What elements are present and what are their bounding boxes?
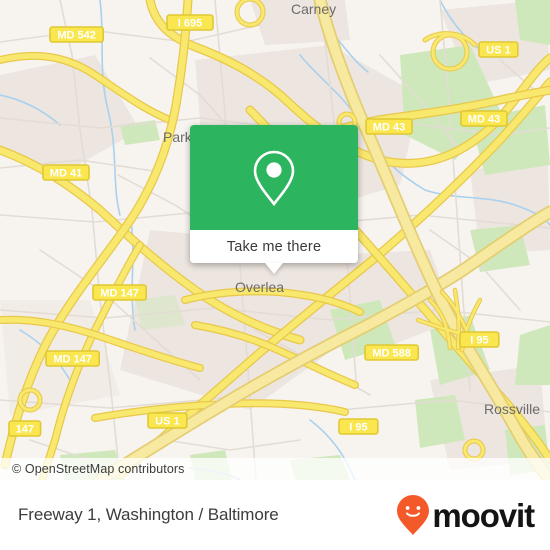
take-me-there-label: Take me there <box>226 238 322 255</box>
city-label: Overlea <box>235 279 284 295</box>
road-shield-label: US 1 <box>486 44 510 56</box>
road-shield: US 1 <box>147 412 188 429</box>
road-shield: MD 41 <box>42 164 90 181</box>
moovit-smiley-pin-icon <box>397 495 430 535</box>
road-shield: I 95 <box>338 418 379 435</box>
popup-tail <box>265 263 283 274</box>
place-title: Freeway 1, Washington / Baltimore <box>18 505 279 524</box>
road-shield: MD 147 <box>92 284 148 301</box>
road-shield: 147 <box>8 420 42 437</box>
road-shield: MD 588 <box>364 344 420 361</box>
road-shield-label: I 95 <box>349 421 367 433</box>
road-shield-label: MD 41 <box>50 167 82 179</box>
road-shield-label: I 95 <box>470 334 488 346</box>
take-me-there-popup[interactable]: Take me there <box>190 125 358 274</box>
road-shield: US 1 <box>478 41 519 58</box>
road-shield: MD 542 <box>49 26 105 43</box>
road-shield-label: MD 147 <box>100 287 139 299</box>
footer-bar: Freeway 1, Washington / Baltimore moovit <box>0 480 550 550</box>
road-shield: MD 147 <box>45 350 101 367</box>
popup-icon-panel <box>190 125 358 230</box>
map-pin-icon <box>253 150 295 206</box>
moovit-logo[interactable]: moovit <box>396 494 535 536</box>
road-shield-label: US 1 <box>155 415 179 427</box>
attribution-text: © OpenStreetMap contributors <box>12 462 185 476</box>
road-shield-label: 147 <box>16 423 34 435</box>
popup-action-row[interactable]: Take me there <box>190 230 358 274</box>
road-shield: MD 43 <box>460 110 508 127</box>
road-shield-label: I 695 <box>178 17 202 29</box>
road-shield-label: MD 43 <box>373 121 405 133</box>
moovit-wordmark: moovit <box>432 496 535 534</box>
road-shield: MD 43 <box>365 118 413 135</box>
road-shield: I 695 <box>166 14 214 31</box>
city-label: Rossville <box>484 401 540 417</box>
map-attribution: © OpenStreetMap contributors <box>0 458 550 480</box>
road-shield-label: MD 588 <box>372 347 411 359</box>
road-shield-label: MD 542 <box>57 29 96 41</box>
road-shield-label: MD 43 <box>468 113 500 125</box>
road-shield-label: MD 147 <box>53 353 92 365</box>
road-shield: I 95 <box>459 331 500 348</box>
city-label: Carney <box>291 1 336 17</box>
